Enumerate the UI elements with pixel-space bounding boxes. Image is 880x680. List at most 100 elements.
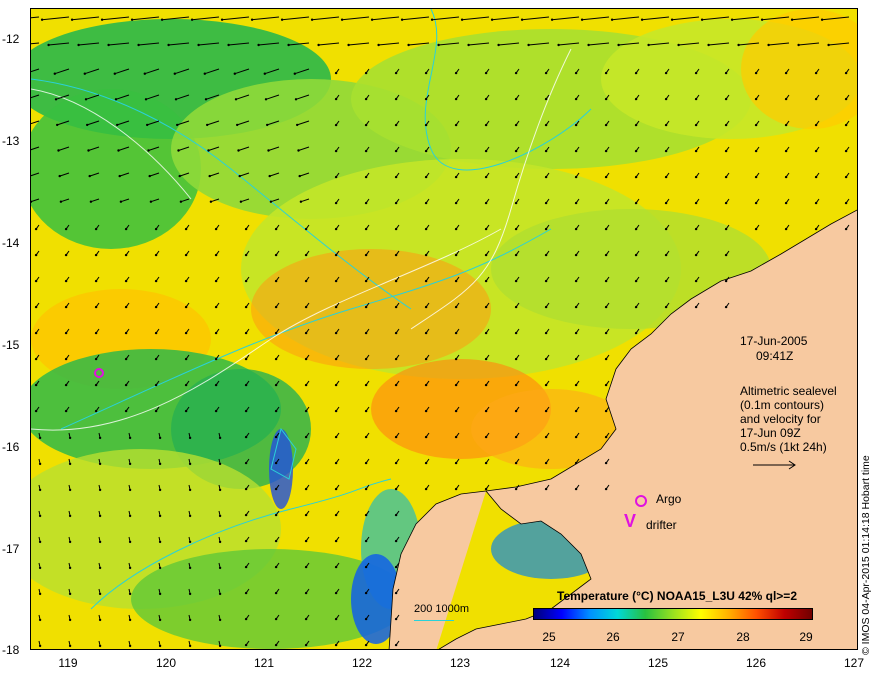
velocity-arrow-head [128,540,132,544]
velocity-arrow-head [814,149,818,153]
velocity-arrow-head [467,43,470,47]
velocity-arrow-head [154,331,158,335]
velocity-arrow-head [784,71,788,75]
velocity-arrow-head [34,409,38,413]
velocity-arrow-head [364,461,368,465]
velocity-arrow-head [394,487,398,491]
velocity-arrow-head [244,565,248,569]
velocity-arrow-head [173,72,176,75]
velocity-arrow-head [238,174,241,178]
velocity-arrow-head [394,279,398,283]
velocity-arrow-head [154,279,158,283]
velocity-arrow-head [40,18,44,21]
velocity-arrow-head [767,43,770,47]
velocity-arrow-head [218,618,222,622]
velocity-arrow-head [178,174,181,178]
velocity-arrow-head [203,72,206,75]
velocity-arrow-head [244,331,248,335]
velocity-arrow-head [158,514,162,518]
velocity-arrow-head [158,566,162,570]
velocity-arrow-head [334,123,338,127]
velocity-arrow-head [544,149,548,153]
velocity-arrow-head [274,435,278,439]
velocity-arrow-head [304,643,308,647]
velocity-arrow-head [274,383,278,387]
velocity-arrow-head [550,18,554,21]
velocity-arrow-head [424,357,428,361]
velocity-arrow-head [394,71,398,75]
velocity-arrow-head [724,305,728,309]
velocity-arrow-head [218,566,222,570]
velocity-arrow-head [218,644,222,648]
velocity-arrow-head [694,253,698,257]
velocity-arrow-head [87,149,90,152]
velocity-arrow-head [188,592,192,596]
velocity-arrow-head [304,357,308,361]
velocity-arrow-head [394,461,398,465]
velocity-arrow-head [634,227,638,231]
velocity-arrow-head [214,331,218,335]
velocity-arrow-head [98,488,102,492]
velocity-arrow-head [490,18,494,21]
velocity-arrow-head [304,591,308,595]
velocity-arrow-head [484,279,488,283]
velocity-arrow-head [604,201,608,205]
velocity-arrow-head [188,618,192,622]
velocity-arrow-head [34,253,38,257]
velocity-arrow-head [233,72,236,75]
velocity-arrow-head [424,227,428,231]
velocity-arrow-head [430,18,434,21]
velocity-arrow-head [754,201,758,205]
velocity-arrow-head [274,279,278,283]
argo-label: Argo [656,492,682,506]
velocity-arrow-head [544,279,548,283]
velocity-arrow-head [544,305,548,309]
velocity-arrow-head [208,174,211,178]
velocity-arrow-head [784,123,788,127]
sst-map[interactable] [30,8,858,650]
velocity-arrow-head [394,591,398,595]
velocity-arrow-head [424,149,428,153]
velocity-arrow-head [514,383,518,387]
velocity-arrow-head [68,488,72,492]
velocity-arrow-head [38,436,42,440]
velocity-arrow-head [154,305,158,309]
velocity-arrow-head [394,643,398,647]
velocity-arrow-head [604,383,608,387]
velocity-arrow-head [364,409,368,413]
contour-key-line [414,620,454,621]
velocity-arrow-head [604,279,608,283]
velocity-arrow-head [244,253,248,257]
velocity-arrow-head [844,123,848,127]
colorbar-tick-label: 25 [542,630,556,644]
drifter-label: drifter [646,518,677,532]
velocity-arrow-head [574,253,578,257]
velocity-arrow-head [128,436,132,440]
velocity-arrow-head [394,123,398,127]
velocity-arrow-head [544,409,548,413]
velocity-arrow-head [754,175,758,179]
velocity-arrow-head [454,279,458,283]
velocity-arrow-head [294,98,298,101]
velocity-arrow-head [664,71,668,75]
velocity-arrow-head [544,71,548,75]
velocity-arrow-head [394,227,398,231]
velocity-arrow-head [334,357,338,361]
velocity-arrow-head [83,72,86,75]
velocity-arrow-head [694,279,698,283]
velocity-arrow-head [604,71,608,75]
temperature-colorbar [533,608,813,620]
velocity-arrow-head [64,409,68,413]
velocity-arrow-head [454,149,458,153]
velocity-arrow-head [274,357,278,361]
velocity-arrow-head [424,253,428,257]
velocity-arrow-head [574,279,578,283]
lon-label-119: 119 [58,656,78,670]
velocity-arrow-head [724,97,728,101]
velocity-arrow-head [218,436,222,440]
velocity-arrow-head [244,487,248,491]
velocity-arrow-head [128,488,132,492]
velocity-arrow-head [424,279,428,283]
velocity-arrow-head [724,227,728,231]
velocity-arrow-head [263,72,266,75]
